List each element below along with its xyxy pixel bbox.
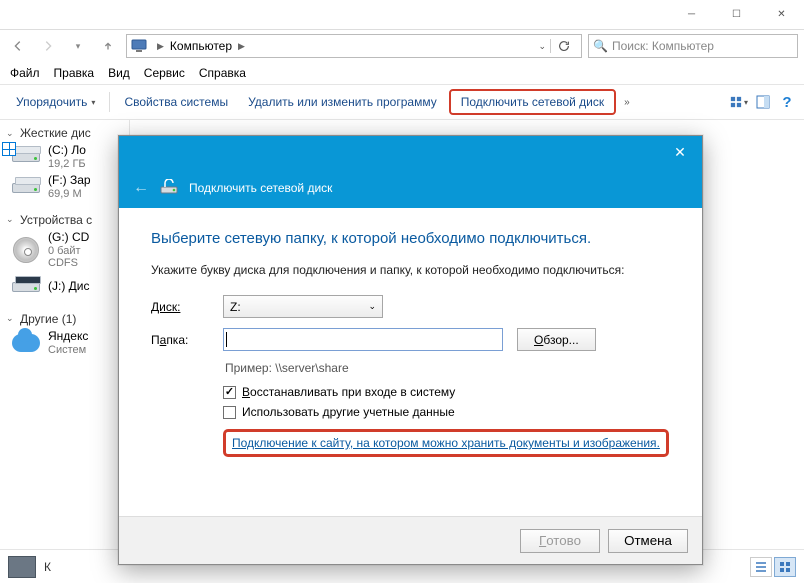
dialog-close-button[interactable]: ✕ xyxy=(658,136,702,168)
view-layout-icon[interactable] xyxy=(730,93,748,111)
chevron-down-icon: ⌄ xyxy=(368,301,376,312)
drive-g[interactable]: (G:) CD0 байтCDFS xyxy=(6,229,129,272)
finish-button[interactable]: Готово xyxy=(520,529,600,553)
window-titlebar: ─ ☐ ✕ xyxy=(0,0,804,30)
drive-j[interactable]: (J:) Дис xyxy=(6,272,129,302)
reconnect-checkbox[interactable] xyxy=(223,386,236,399)
nav-tree: ⌄Жесткие дис (C:) Ло19,2 ГБ (F:) Зар69,9… xyxy=(0,120,130,500)
label-folder: Папка: xyxy=(151,333,209,347)
connect-website-link[interactable]: Подключение к сайту, на котором можно хр… xyxy=(232,436,660,450)
toolbar-map-network-drive[interactable]: Подключить сетевой диск xyxy=(457,93,608,111)
help-icon[interactable]: ? xyxy=(778,93,796,111)
toolbar-organize[interactable]: Упорядочить▾ xyxy=(8,91,103,113)
toolbar: Упорядочить▾ Свойства системы Удалить ил… xyxy=(0,85,804,120)
highlight-map-drive: Подключить сетевой диск xyxy=(449,89,616,115)
drive-f[interactable]: (F:) Зар69,9 М xyxy=(6,172,129,202)
search-icon: 🔍 xyxy=(593,39,608,53)
cloud-icon xyxy=(10,330,42,356)
menu-file[interactable]: Файл xyxy=(10,66,40,80)
map-drive-dialog: ✕ ← Подключить сетевой диск Выберите сет… xyxy=(118,135,703,565)
nav-back-button[interactable] xyxy=(6,34,30,58)
menu-help[interactable]: Справка xyxy=(199,66,246,80)
browse-button[interactable]: Обзор... xyxy=(517,328,596,351)
breadcrumb-chevron[interactable]: ▶ xyxy=(153,41,168,52)
dialog-titlebar: ✕ xyxy=(119,136,702,168)
refresh-button[interactable] xyxy=(550,39,577,53)
breadcrumb-item[interactable]: Компьютер xyxy=(168,39,234,53)
search-input[interactable]: 🔍 Поиск: Компьютер xyxy=(588,34,798,58)
label-drive: Диск: xyxy=(151,300,209,314)
search-placeholder: Поиск: Компьютер xyxy=(612,39,714,53)
view-large-icons-icon[interactable] xyxy=(774,557,796,577)
preview-pane-icon[interactable] xyxy=(754,93,772,111)
tree-group-devices[interactable]: ⌄Устройства с xyxy=(6,211,129,229)
address-bar[interactable]: ▶ Компьютер ▶ ⌄ xyxy=(126,34,582,58)
dialog-footer: Готово Отмена xyxy=(119,516,702,564)
address-dropdown[interactable]: ⌄ xyxy=(534,41,550,52)
different-creds-checkbox[interactable] xyxy=(223,406,236,419)
address-row: ▾ ▶ Компьютер ▶ ⌄ 🔍 Поиск: Компьютер xyxy=(0,30,804,62)
example-hint: Пример: \\server\share xyxy=(225,361,670,375)
nav-up-button[interactable] xyxy=(96,34,120,58)
reconnect-label: Восстанавливать при входе в систему xyxy=(242,385,455,399)
window-close-button[interactable]: ✕ xyxy=(759,0,804,30)
nav-fwd-button[interactable] xyxy=(36,34,60,58)
menu-edit[interactable]: Правка xyxy=(54,66,95,80)
dialog-back-button[interactable]: ← xyxy=(133,179,149,197)
computer-icon xyxy=(131,39,147,53)
dialog-header: ← Подключить сетевой диск xyxy=(119,168,702,208)
text-caret xyxy=(226,332,227,347)
drive-icon xyxy=(10,175,42,201)
dialog-body: Выберите сетевую папку, к которой необхо… xyxy=(119,208,702,467)
menu-tools[interactable]: Сервис xyxy=(144,66,185,80)
cd-drive-icon xyxy=(10,237,42,263)
different-creds-label: Использовать другие учетные данные xyxy=(242,405,455,419)
folder-path-input[interactable] xyxy=(223,328,503,351)
network-drive-icon xyxy=(159,179,179,197)
tree-group-other[interactable]: ⌄Другие (1) xyxy=(6,310,129,328)
window-minimize-button[interactable]: ─ xyxy=(669,0,714,30)
yandex-disk-item[interactable]: ЯндексСистем xyxy=(6,328,129,358)
dialog-heading: Выберите сетевую папку, к которой необхо… xyxy=(151,230,670,247)
view-details-icon[interactable] xyxy=(750,557,772,577)
menubar: Файл Правка Вид Сервис Справка xyxy=(0,62,804,85)
drive-letter-value: Z: xyxy=(230,300,241,314)
drive-icon xyxy=(10,144,42,170)
nav-history-dropdown[interactable]: ▾ xyxy=(66,34,90,58)
toolbar-overflow[interactable]: » xyxy=(620,97,634,108)
dialog-title-text: Подключить сетевой диск xyxy=(189,181,332,195)
bd-drive-icon xyxy=(10,274,42,300)
status-thumb-icon xyxy=(8,556,36,578)
cancel-button[interactable]: Отмена xyxy=(608,529,688,553)
window-maximize-button[interactable]: ☐ xyxy=(714,0,759,30)
dialog-instruction: Укажите букву диска для подключения и па… xyxy=(151,263,670,277)
status-text: К xyxy=(44,560,51,574)
drive-c[interactable]: (C:) Ло19,2 ГБ xyxy=(6,142,129,172)
tree-group-hdd[interactable]: ⌄Жесткие дис xyxy=(6,124,129,142)
toolbar-uninstall-program[interactable]: Удалить или изменить программу xyxy=(240,91,445,113)
drive-letter-select[interactable]: Z: ⌄ xyxy=(223,295,383,318)
menu-view[interactable]: Вид xyxy=(108,66,130,80)
breadcrumb-chevron[interactable]: ▶ xyxy=(234,41,249,52)
toolbar-system-properties[interactable]: Свойства системы xyxy=(116,91,236,113)
highlight-storage-link: Подключение к сайту, на котором можно хр… xyxy=(223,429,669,457)
